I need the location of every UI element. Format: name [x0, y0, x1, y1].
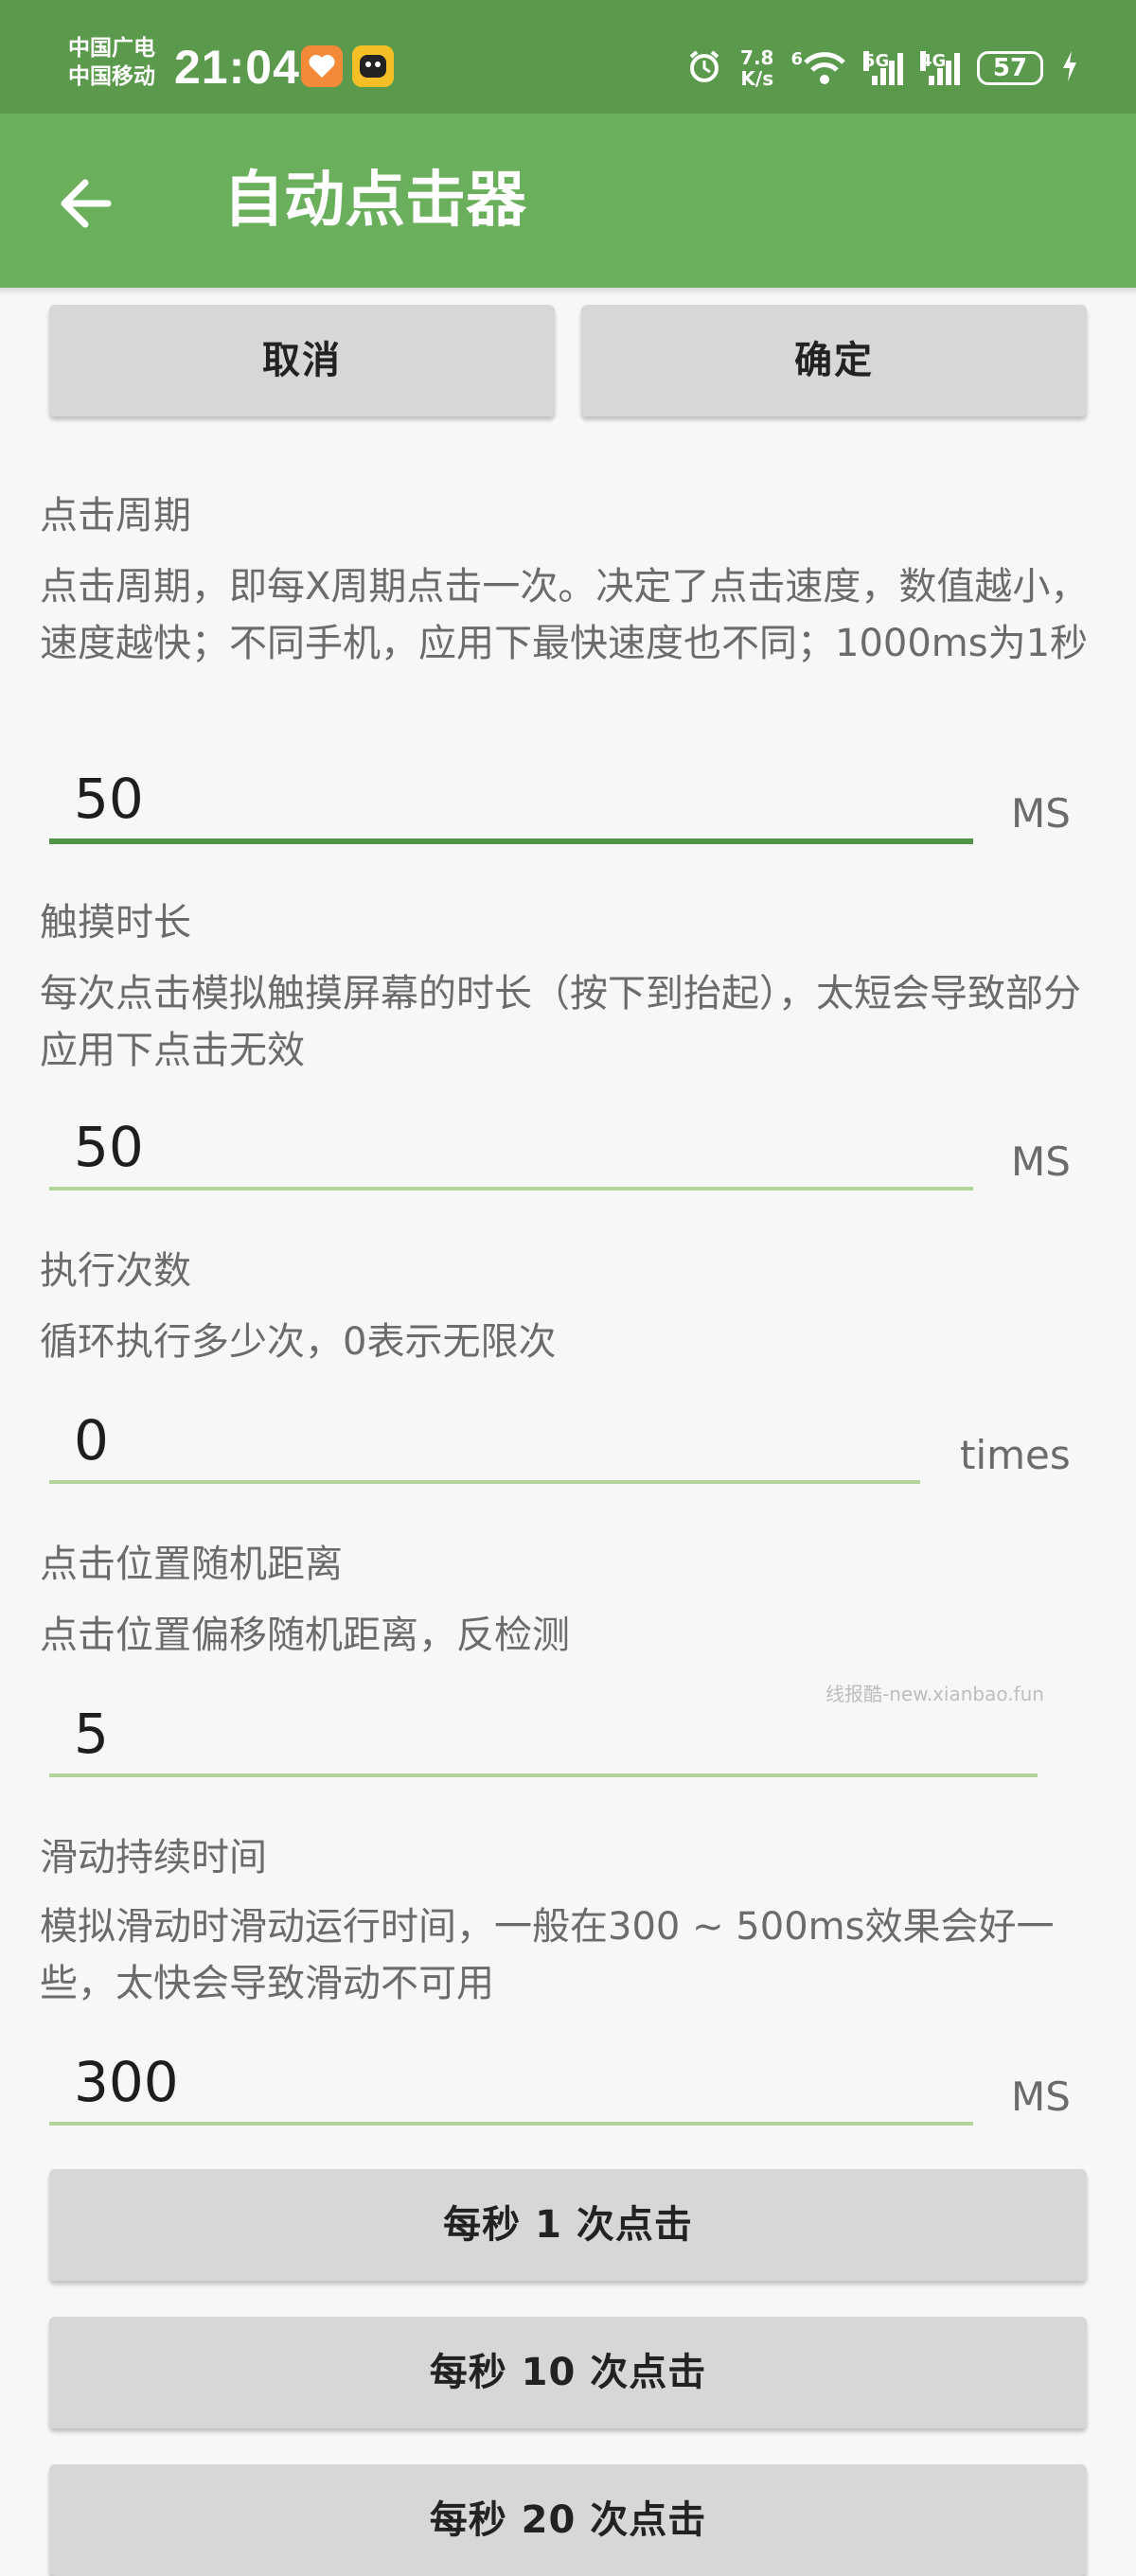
status-bar: 中国广电 中国移动 21:04 7.8 K/s 6 5G 4G 57	[0, 0, 1136, 114]
touch-duration-label: 触摸时长	[40, 901, 191, 944]
page-title: 自动点击器	[223, 166, 526, 236]
preset-20-per-second-button[interactable]: 每秒 20 次点击	[49, 2464, 1087, 2576]
signal-4g-icon: 4G	[920, 51, 960, 85]
net-speed: 7.8 K/s	[740, 47, 773, 89]
random-offset-underline	[49, 1773, 1038, 1777]
app-bar: 自动点击器	[0, 114, 1136, 288]
app-bar-shadow	[0, 288, 1136, 295]
signal-5g-label: 5G	[863, 51, 890, 71]
swipe-duration-underline	[49, 2122, 973, 2126]
swipe-duration-input[interactable]	[49, 2044, 973, 2120]
execution-count-description: 循环执行多少次，0表示无限次	[40, 1320, 557, 1364]
click-period-description: 点击周期，即每X周期点击一次。决定了点击速度，数值越小，速度越快；不同手机，应用…	[40, 565, 1089, 665]
clock: 21:04	[174, 41, 300, 94]
touch-duration-description: 每次点击模拟触摸屏幕的时长（按下到抬起），太短会导致部分应用下点击无效	[40, 972, 1081, 1072]
battery-indicator: 57	[977, 51, 1043, 85]
click-period-label: 点击周期	[40, 494, 191, 538]
random-offset-input[interactable]	[49, 1696, 1038, 1772]
swipe-duration-label: 滑动持续时间	[40, 1836, 267, 1879]
execution-count-unit: times	[960, 1432, 1071, 1478]
touch-duration-underline	[49, 1187, 973, 1191]
random-offset-description: 点击位置偏移随机距离，反检测	[40, 1614, 570, 1657]
execution-count-input[interactable]	[49, 1403, 920, 1478]
click-period-input[interactable]	[49, 761, 973, 837]
carrier-1: 中国广电	[68, 36, 155, 61]
random-offset-label: 点击位置随机距离	[40, 1543, 343, 1586]
wifi-icon: 6	[790, 49, 846, 87]
click-period-underline	[49, 838, 973, 844]
preset-10-per-second-button[interactable]: 每秒 10 次点击	[49, 2317, 1087, 2428]
wifi-label: 6	[790, 49, 803, 69]
net-speed-unit: K/s	[740, 67, 774, 90]
back-arrow-icon[interactable]	[55, 170, 121, 237]
heart-app-icon	[301, 45, 343, 87]
signal-4g-label: 4G	[920, 51, 947, 71]
execution-count-label: 执行次数	[40, 1249, 191, 1293]
charging-icon	[1060, 49, 1079, 87]
swipe-duration-unit: MS	[1011, 2073, 1071, 2120]
carrier-names: 中国广电 中国移动	[68, 34, 155, 91]
preset-1-per-second-button[interactable]: 每秒 1 次点击	[49, 2169, 1087, 2281]
touch-duration-input[interactable]	[49, 1109, 973, 1185]
swipe-duration-description: 模拟滑动时滑动运行时间，一般在300 ~ 500ms效果会好一些，太快会导致滑动…	[40, 1905, 1055, 2005]
confirm-button[interactable]: 确定	[581, 305, 1087, 416]
click-period-unit: MS	[1011, 790, 1071, 837]
alarm-icon	[685, 47, 723, 89]
carrier-2: 中国移动	[68, 64, 155, 89]
execution-count-underline	[49, 1480, 920, 1484]
bird-app-icon	[352, 45, 394, 87]
cancel-button[interactable]: 取消	[49, 305, 555, 416]
net-speed-value: 7.8	[740, 46, 774, 69]
touch-duration-unit: MS	[1011, 1138, 1071, 1185]
signal-5g-icon: 5G	[863, 51, 903, 85]
